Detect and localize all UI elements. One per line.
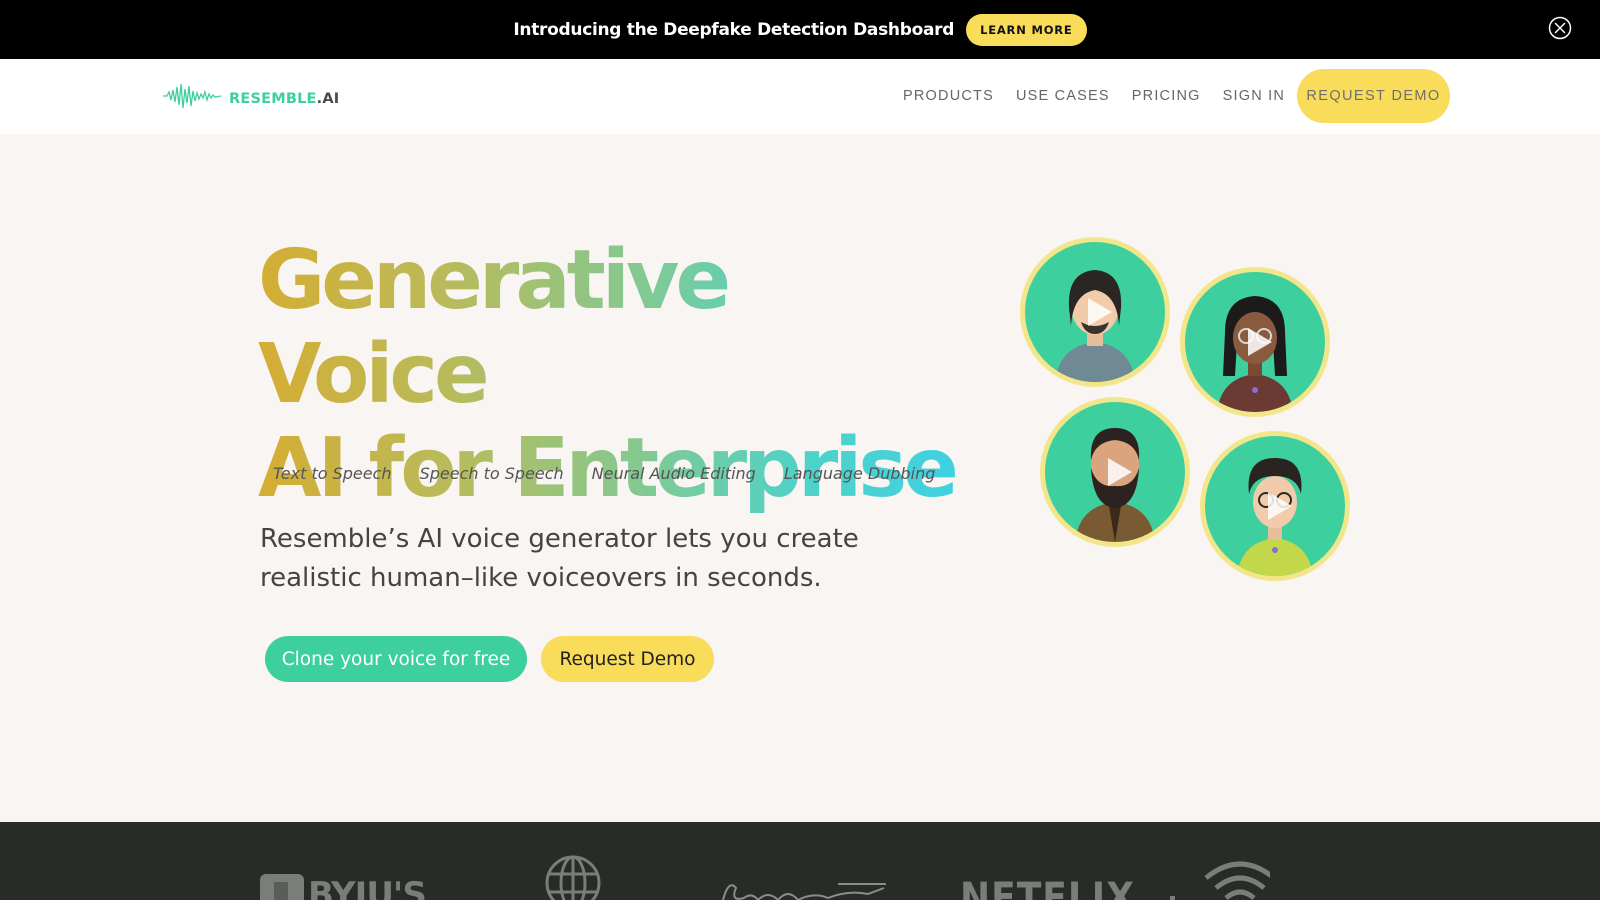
voice-avatar-3[interactable]	[1040, 397, 1190, 547]
request-demo-button[interactable]: Request Demo	[541, 636, 714, 682]
announcement-bar: Introducing the Deepfake Detection Dashb…	[0, 0, 1600, 59]
headline-line-1: Generative Voice	[258, 233, 728, 422]
clone-voice-button[interactable]: Clone your voice for free	[265, 636, 527, 682]
feature-list: Text to Speech Speech to Speech Neural A…	[273, 464, 963, 483]
nav-link-sign-in[interactable]: SIGN IN	[1223, 88, 1285, 104]
hero-description: Resemble’s AI voice generator lets you c…	[260, 524, 859, 593]
logo-wordmark: RESEMBLE.AI	[229, 90, 340, 107]
feature-speech-to-speech[interactable]: Speech to Speech	[420, 464, 564, 483]
play-icon[interactable]	[1080, 294, 1116, 330]
play-icon[interactable]	[1100, 454, 1136, 490]
voice-avatar-1[interactable]	[1020, 237, 1170, 387]
close-icon[interactable]	[1548, 16, 1572, 40]
feature-text-to-speech[interactable]: Text to Speech	[273, 464, 392, 483]
nav-link-products[interactable]: PRODUCTS	[903, 88, 994, 104]
waveform-icon	[163, 81, 222, 116]
voice-avatar-2[interactable]	[1180, 267, 1330, 417]
byjus-wordmark: BYJU'S	[308, 874, 427, 900]
play-icon[interactable]	[1260, 488, 1296, 524]
nav-link-pricing[interactable]: PRICING	[1132, 88, 1201, 104]
learn-more-button[interactable]: LEARN MORE	[966, 13, 1087, 46]
hero-section: Generative Voice AI for Enterprise Text …	[0, 134, 1600, 822]
signature-logo	[718, 872, 888, 900]
netflix-logo: NETFLIX	[960, 874, 1135, 900]
feature-language-dubbing[interactable]: Language Dubbing	[784, 464, 936, 483]
byjus-logo: BYJU'S	[258, 872, 427, 900]
voice-avatar-4[interactable]	[1200, 431, 1350, 581]
feature-neural-audio-editing[interactable]: Neural Audio Editing	[592, 464, 756, 483]
request-demo-nav-button[interactable]: REQUEST DEMO	[1297, 69, 1450, 123]
nav-links: PRODUCTS USE CASES PRICING SIGN IN REQUE…	[903, 69, 1600, 123]
wifi-logo-icon	[1170, 854, 1276, 900]
byjus-emblem-icon	[258, 872, 306, 900]
customer-logos-strip: BYJU'S NETFLIX	[0, 822, 1600, 900]
brand-logo[interactable]: RESEMBLE.AI	[163, 81, 339, 116]
nav-link-use-cases[interactable]: USE CASES	[1016, 88, 1110, 104]
main-nav: RESEMBLE.AI PRODUCTS USE CASES PRICING S…	[0, 59, 1600, 134]
play-icon[interactable]	[1240, 324, 1276, 360]
globe-logo-icon	[544, 854, 602, 900]
announcement-text: Introducing the Deepfake Detection Dashb…	[513, 19, 955, 40]
